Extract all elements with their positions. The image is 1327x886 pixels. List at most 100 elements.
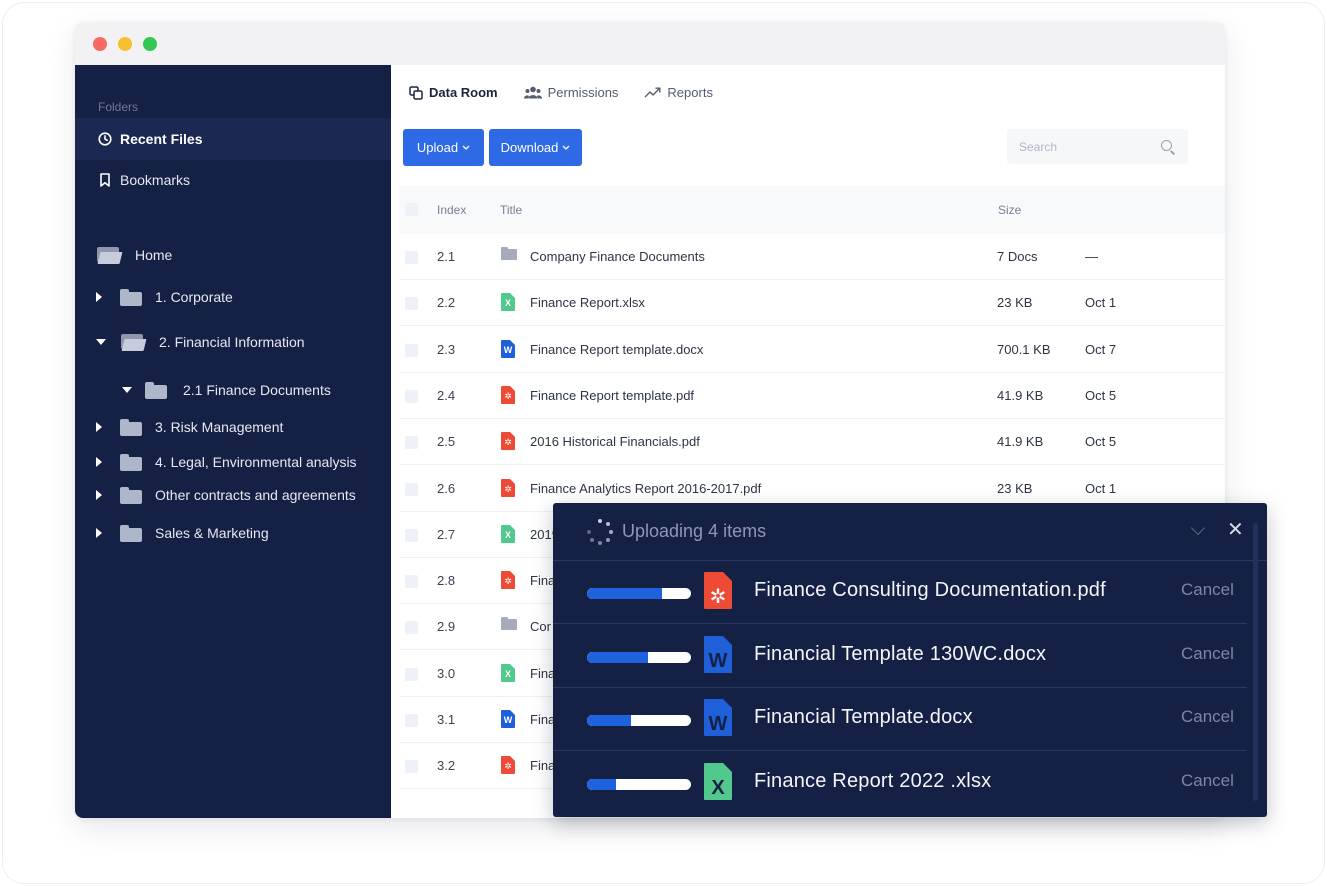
row-checkbox[interactable] bbox=[405, 528, 418, 542]
download-button[interactable]: Download bbox=[489, 129, 582, 166]
expand-arrow-icon[interactable] bbox=[96, 528, 102, 538]
row-index: 3.0 bbox=[437, 665, 456, 681]
folder-icon bbox=[501, 247, 517, 261]
column-header-title[interactable]: Title bbox=[500, 203, 522, 217]
expand-arrow-icon[interactable] bbox=[96, 457, 102, 467]
row-checkbox[interactable] bbox=[405, 251, 418, 264]
chevron-down-icon[interactable] bbox=[1190, 520, 1206, 536]
sidebar-folder-legal[interactable]: 4. Legal, Environmental analysis bbox=[75, 450, 391, 474]
sidebar-folder-label: 2.1 Finance Documents bbox=[183, 382, 331, 398]
clock-icon bbox=[98, 132, 112, 146]
sidebar-folder-label: 4. Legal, Environmental analysis bbox=[155, 454, 357, 470]
upload-file-name: Finance Consulting Documentation.pdf bbox=[754, 579, 1106, 601]
expand-arrow-icon[interactable] bbox=[96, 422, 102, 432]
tab-label: Data Room bbox=[429, 85, 498, 100]
upload-progress-bar bbox=[587, 778, 691, 790]
tab-reports[interactable]: Reports bbox=[644, 85, 713, 100]
upload-button-label: Upload bbox=[416, 140, 459, 155]
table-row[interactable]: 2.5 ✲ 2016 Historical Financials.pdf 41.9 K… bbox=[399, 419, 1225, 466]
expand-arrow-icon[interactable] bbox=[96, 292, 102, 302]
tab-permissions[interactable]: Permissions bbox=[523, 85, 618, 100]
column-header-size[interactable]: Size bbox=[998, 203, 1021, 217]
sidebar-folder-sales-marketing[interactable]: Sales & Marketing bbox=[75, 521, 391, 545]
row-title[interactable]: Finance Report template.docx bbox=[530, 342, 703, 357]
row-checkbox[interactable] bbox=[405, 389, 418, 403]
folder-icon bbox=[120, 486, 142, 504]
tab-label: Reports bbox=[667, 85, 713, 100]
table-row[interactable]: 2.2 X Finance Report.xlsx 23 KB Oct 1 bbox=[399, 280, 1225, 327]
upload-progress-fill bbox=[587, 651, 649, 663]
upload-file-name: Financial Template.docx bbox=[754, 706, 973, 728]
row-index: 2.9 bbox=[437, 619, 456, 635]
tab-data-room[interactable]: Data Room bbox=[409, 85, 498, 100]
table-row[interactable]: 2.4 ✲ Finance Report template.pdf 41.9 KB Oc… bbox=[399, 373, 1225, 419]
sidebar-folder-label: Sales & Marketing bbox=[155, 525, 269, 541]
sidebar-item-recent-files[interactable]: Recent Files bbox=[75, 118, 391, 160]
upload-file-name: Financial Template 130WC.docx bbox=[754, 642, 1047, 665]
row-title[interactable]: Finance Analytics Report 2016-2017.pdf bbox=[530, 481, 761, 496]
row-date: — bbox=[1085, 249, 1098, 264]
collapse-arrow-icon[interactable] bbox=[96, 339, 106, 345]
row-title[interactable]: Fina bbox=[530, 666, 555, 681]
cancel-upload-button[interactable]: Cancel bbox=[1181, 644, 1234, 664]
sidebar-folder-other-contracts[interactable]: Other contracts and agreements bbox=[75, 483, 391, 507]
sidebar-folder-label: Other contracts and agreements bbox=[155, 487, 356, 503]
cancel-upload-button[interactable]: Cancel bbox=[1181, 707, 1234, 727]
scrollbar[interactable] bbox=[1253, 523, 1258, 801]
row-index: 2.4 bbox=[437, 387, 456, 403]
cancel-upload-button[interactable]: Cancel bbox=[1181, 771, 1234, 791]
row-title[interactable]: Fina bbox=[530, 712, 555, 727]
excel-file-icon: X bbox=[501, 293, 515, 312]
sidebar-item-home[interactable]: Home bbox=[75, 243, 391, 267]
row-checkbox[interactable] bbox=[405, 575, 418, 589]
row-index: 2.2 bbox=[437, 295, 456, 311]
table-row[interactable]: 2.3 W Finance Report template.docx 700.1 KB… bbox=[399, 327, 1225, 373]
row-date: Oct 5 bbox=[1085, 434, 1117, 450]
folder-icon bbox=[145, 381, 167, 399]
sidebar-folder-finance-documents[interactable]: 2.1 Finance Documents bbox=[75, 378, 391, 402]
search-input[interactable]: Search bbox=[1007, 129, 1188, 164]
row-checkbox[interactable] bbox=[405, 343, 418, 357]
row-title[interactable]: Fina bbox=[530, 758, 555, 773]
row-checkbox[interactable] bbox=[405, 482, 418, 496]
upload-button[interactable]: Upload bbox=[403, 129, 484, 166]
search-icon[interactable] bbox=[1161, 140, 1172, 151]
row-title[interactable]: Fina bbox=[530, 573, 555, 588]
folder-icon bbox=[120, 453, 142, 471]
window-minimize-button[interactable] bbox=[118, 37, 132, 51]
row-title[interactable]: Finance Report template.pdf bbox=[530, 388, 694, 403]
row-checkbox[interactable] bbox=[405, 621, 418, 635]
window-close-button[interactable] bbox=[93, 37, 107, 51]
select-all-checkbox[interactable] bbox=[405, 203, 418, 216]
upload-progress-bar bbox=[587, 651, 691, 663]
row-checkbox[interactable] bbox=[405, 436, 418, 450]
row-date: Oct 1 bbox=[1085, 295, 1117, 311]
row-title[interactable]: Cor bbox=[530, 619, 551, 634]
upload-panel: Uploading 4 items ✕ ✲ Finance Consulting … bbox=[553, 503, 1267, 817]
cancel-upload-button[interactable]: Cancel bbox=[1181, 580, 1234, 600]
chevron-down-icon bbox=[462, 145, 470, 150]
sidebar-item-label: Recent Files bbox=[120, 131, 203, 147]
sidebar-folder-risk-management[interactable]: 3. Risk Management bbox=[75, 415, 391, 439]
row-checkbox[interactable] bbox=[405, 297, 418, 311]
table-row[interactable]: 2.1 Company Finance Documents 7 Docs — bbox=[399, 234, 1225, 280]
window-maximize-button[interactable] bbox=[143, 37, 157, 51]
row-checkbox[interactable] bbox=[405, 667, 418, 681]
collapse-arrow-icon[interactable] bbox=[122, 387, 132, 393]
row-index: 2.5 bbox=[437, 434, 456, 450]
row-checkbox[interactable] bbox=[405, 714, 418, 727]
upload-item: W Financial Template 130WC.docx Cancel bbox=[553, 625, 1247, 688]
sidebar-item-bookmarks[interactable]: Bookmarks bbox=[75, 160, 391, 200]
row-checkbox[interactable] bbox=[405, 760, 418, 774]
row-title[interactable]: 2016 Historical Financials.pdf bbox=[530, 434, 700, 449]
close-icon[interactable]: ✕ bbox=[1227, 520, 1244, 540]
sidebar-folder-corporate[interactable]: 1. Corporate bbox=[75, 285, 391, 309]
row-title[interactable]: Finance Report.xlsx bbox=[530, 295, 645, 310]
row-title[interactable]: Company Finance Documents bbox=[530, 249, 705, 264]
word-file-icon: W bbox=[704, 635, 732, 673]
folder-icon bbox=[501, 617, 517, 631]
expand-arrow-icon[interactable] bbox=[96, 490, 102, 500]
column-header-index[interactable]: Index bbox=[437, 203, 466, 217]
sidebar-folder-financial-information[interactable]: 2. Financial Information bbox=[75, 330, 391, 354]
word-file-icon: W bbox=[501, 339, 515, 358]
